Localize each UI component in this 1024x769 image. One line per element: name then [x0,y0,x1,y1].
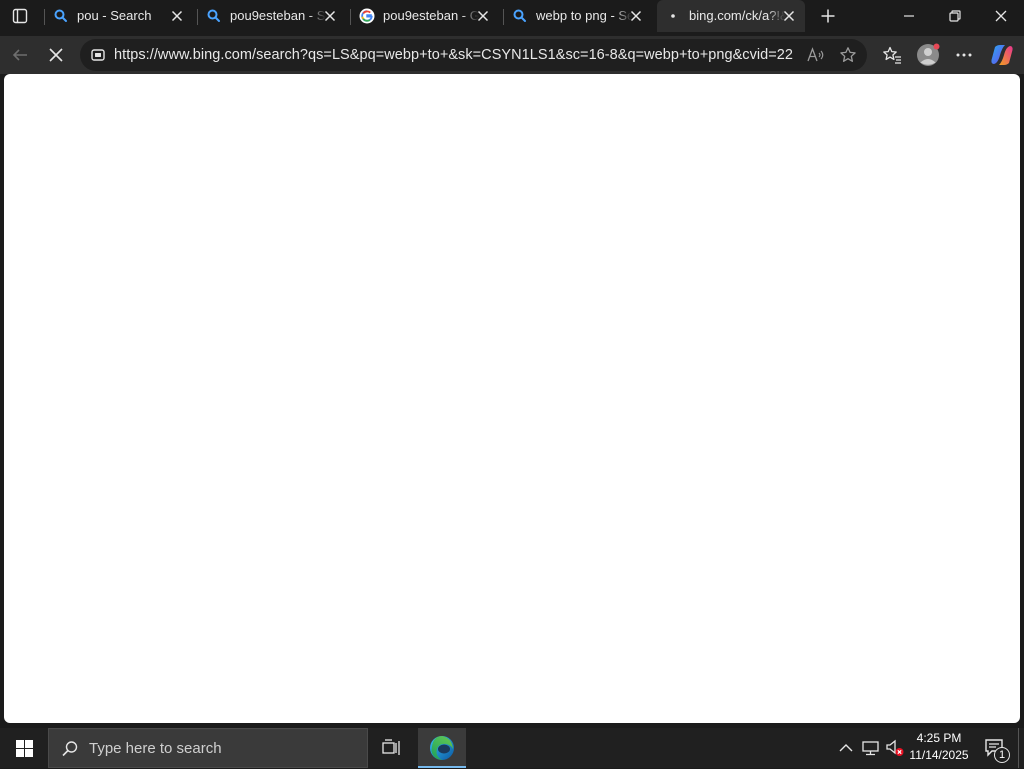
read-aloud-icon [807,47,824,62]
taskbar-edge-button[interactable] [418,728,466,768]
bing-search-icon [207,9,220,22]
stop-loading-icon [49,48,63,62]
browser-toolbar: https://www.bing.com/search?qs=LS&pq=web… [0,36,1024,74]
read-aloud-button[interactable] [804,43,828,67]
clock-date: 11/14/2025 [909,748,969,762]
tab-pou-search[interactable]: pou - Search [45,0,193,32]
restore-icon [949,10,961,22]
close-icon[interactable] [169,8,185,24]
show-desktop-button[interactable] [1018,728,1024,768]
star-icon [840,47,856,62]
volume-muted-icon [886,739,904,756]
favorite-button[interactable] [836,43,860,67]
settings-more-button[interactable] [950,41,978,69]
show-hidden-icons-button[interactable] [836,736,856,760]
tab-actions-button[interactable] [8,4,32,28]
tab-pou9esteban-search[interactable]: pou9esteban - Se [198,0,346,32]
volume-button[interactable] [884,736,906,760]
tab-pou9esteban-google[interactable]: pou9esteban - Go [351,0,499,32]
close-icon[interactable] [628,8,644,24]
notification-count: 1 [998,749,1006,761]
back-arrow-icon [12,49,27,61]
tab-title: webp to png - Se [536,8,632,23]
taskbar-search-box[interactable]: Type here to search [48,728,368,768]
bing-search-icon [513,9,526,22]
close-icon[interactable] [781,8,797,24]
system-clock[interactable]: 4:25 PM 11/14/2025 [904,730,974,764]
tab-strip: pou - Search pou9esteban - Se pou9esteba… [0,0,1024,36]
page-info-icon [91,49,105,61]
chevron-up-icon [839,744,853,752]
action-center-button[interactable]: 1 [978,732,1012,764]
minimize-icon [904,15,914,17]
tab-title: bing.com/ck/a?!& [689,8,785,23]
address-bar[interactable]: https://www.bing.com/search?qs=LS&pq=web… [80,39,867,71]
notification-badge: 1 [994,747,1010,763]
tab-title: pou9esteban - Se [230,8,326,23]
network-icon [862,741,879,756]
new-tab-button[interactable] [814,2,842,30]
site-info-button[interactable] [86,43,110,67]
back-button[interactable] [6,39,34,71]
avatar-icon [917,43,940,66]
copilot-button[interactable] [987,41,1017,69]
task-view-button[interactable] [368,728,416,768]
favorites-star-list-icon [883,46,901,64]
clock-time: 4:25 PM [916,731,962,745]
url-text[interactable]: https://www.bing.com/search?qs=LS&pq=web… [114,39,794,71]
search-icon [62,741,78,757]
close-icon[interactable] [475,8,491,24]
close-icon[interactable] [322,8,338,24]
tab-webp-to-png-search[interactable]: webp to png - Se [504,0,652,32]
windows-taskbar: Type here to search 4:25 PM 11/14/2025 1 [0,728,1024,768]
tab-bing-redirect-active[interactable]: bing.com/ck/a?!& [657,0,805,32]
loading-dot-icon [671,14,675,18]
tab-title: pou - Search [77,8,152,23]
search-placeholder: Type here to search [89,740,222,757]
network-button[interactable] [860,736,882,760]
favorites-button[interactable] [878,41,906,69]
stop-loading-button[interactable] [42,39,70,71]
profile-button[interactable] [914,41,942,69]
task-view-icon [382,739,400,755]
close-icon [995,10,1007,22]
page-content-area[interactable] [4,74,1020,723]
windows-logo-icon [15,739,33,757]
tab-actions-icon [12,8,28,24]
edge-icon [430,736,454,760]
tab-title: pou9esteban - Go [383,8,479,23]
copilot-icon [991,45,1013,65]
restore-button[interactable] [932,0,978,32]
start-button[interactable] [0,728,48,768]
google-icon [359,8,375,24]
bing-search-icon [54,9,67,22]
close-window-button[interactable] [978,0,1024,32]
plus-icon [821,9,835,23]
minimize-button[interactable] [886,0,932,32]
more-options-icon [956,53,972,57]
